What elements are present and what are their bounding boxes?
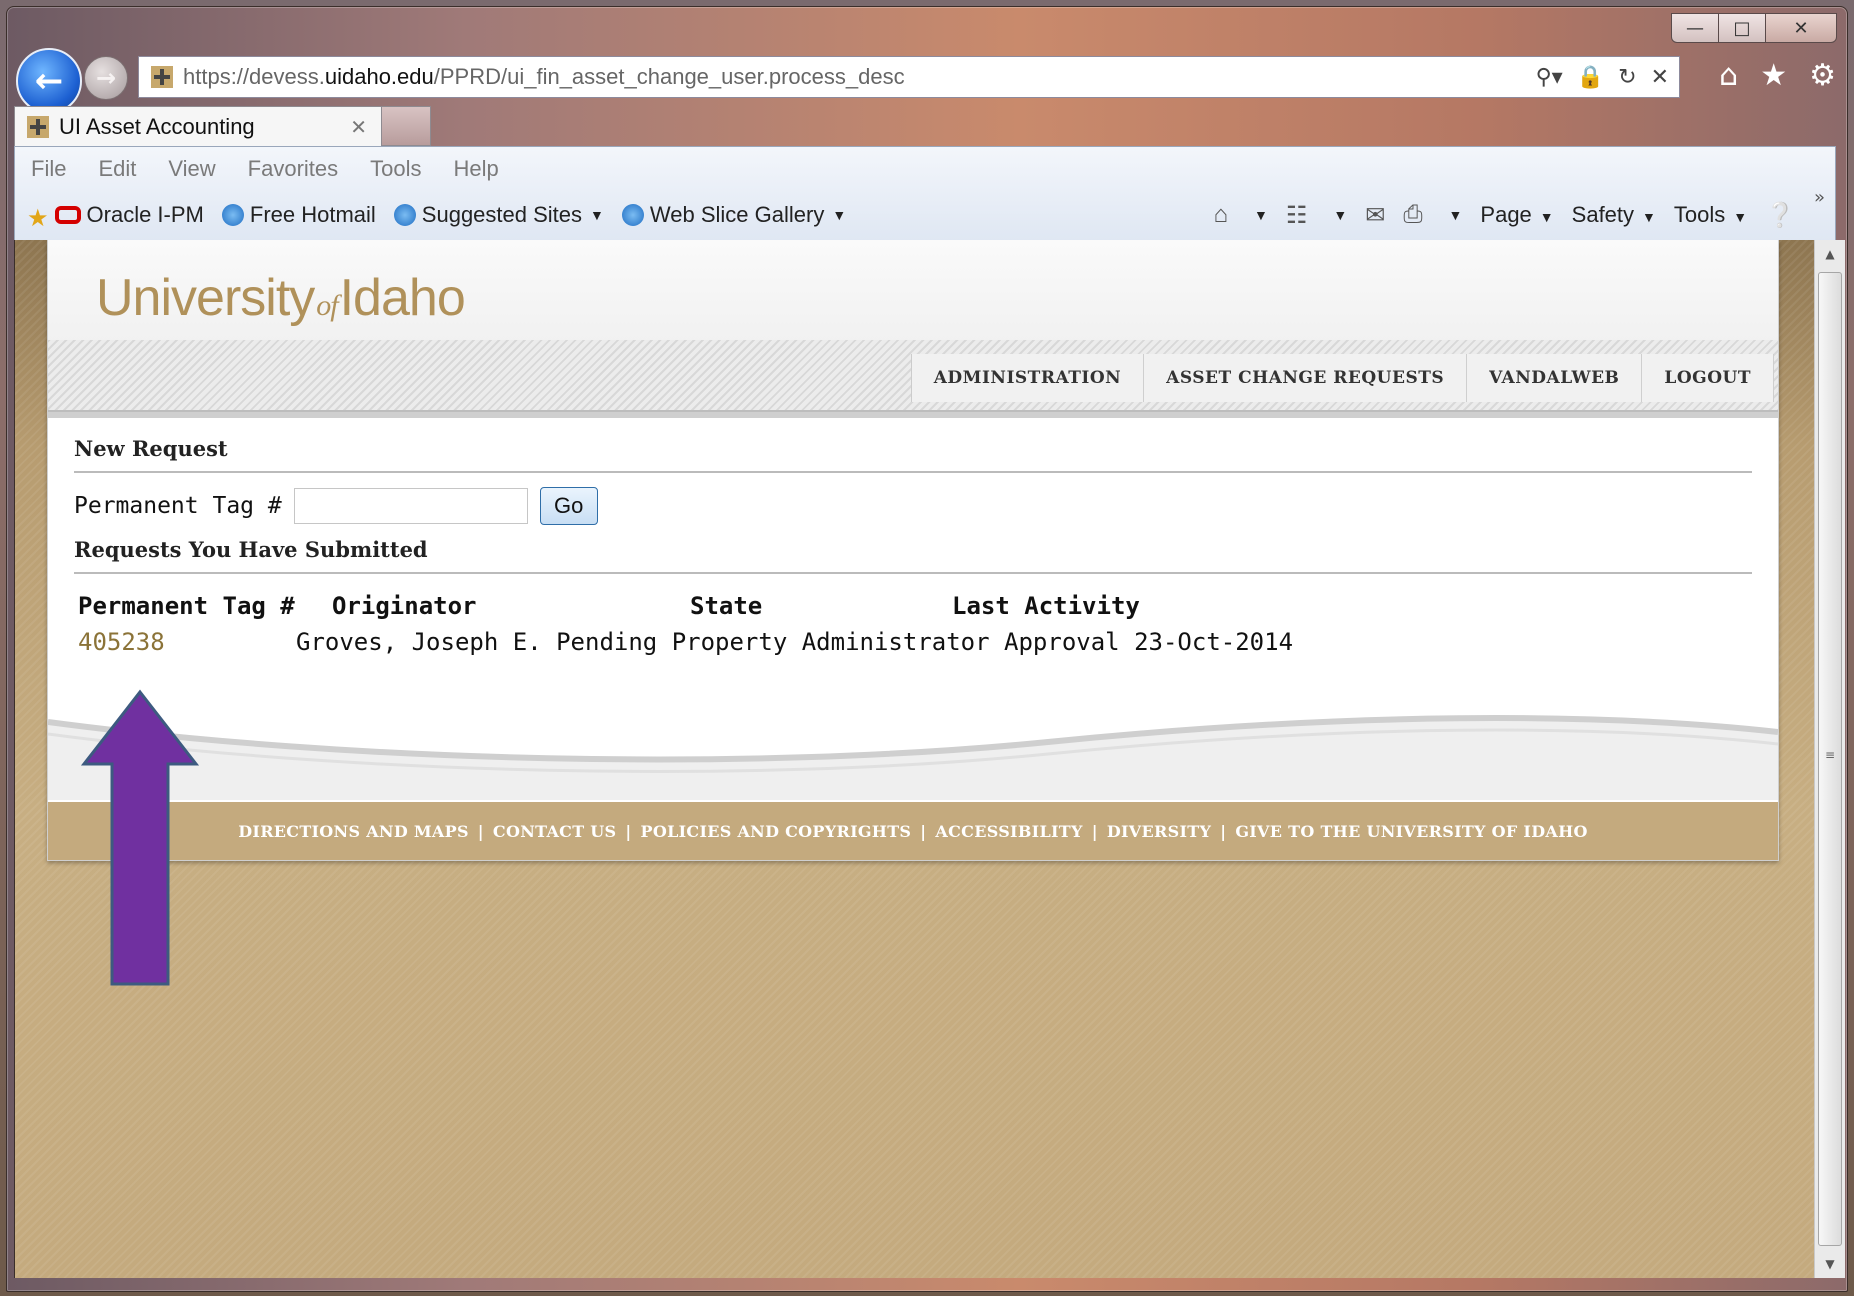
header-last-activity: Last Activity (952, 592, 1140, 620)
top-nav: ADMINISTRATION ASSET CHANGE REQUESTS VAN… (910, 354, 1774, 402)
main-content: New Request Permanent Tag # Go Requests … (48, 418, 1778, 656)
university-logo[interactable]: UniversityofIdaho (96, 268, 466, 328)
chevron-down-icon: ▼ (590, 207, 604, 223)
page-viewport: UniversityofIdaho ADMINISTRATION ASSET C… (14, 240, 1815, 1278)
forward-button[interactable]: → (84, 56, 128, 100)
stop-icon[interactable]: ✕ (1651, 65, 1669, 90)
footer-directions[interactable]: DIRECTIONS AND MAPS (238, 822, 469, 841)
footer-diversity[interactable]: DIVERSITY (1107, 822, 1211, 841)
menu-view[interactable]: View (168, 156, 215, 182)
scroll-thumb[interactable]: ≡ (1818, 272, 1842, 1246)
help-icon[interactable]: ❔ (1765, 201, 1795, 230)
safety-menu[interactable]: Safety ▼ (1572, 202, 1656, 228)
browser-tab[interactable]: UI Asset Accounting ✕ (14, 106, 382, 147)
minimize-button[interactable]: — (1671, 13, 1719, 43)
chevron-down-icon[interactable]: ▼ (1333, 207, 1347, 223)
browser-toolbars: File Edit View Favorites Tools Help ★ Or… (14, 146, 1836, 242)
footer-give[interactable]: GIVE TO THE UNIVERSITY OF IDAHO (1235, 822, 1587, 841)
maximize-button[interactable]: □ (1718, 13, 1766, 43)
favorites-add-icon[interactable]: ★ (27, 204, 49, 232)
ie-page-icon (221, 204, 244, 226)
tab-favicon-icon (27, 116, 49, 138)
tag-entry-row: Permanent Tag # Go (74, 487, 1752, 525)
forward-arrow-icon: → (95, 64, 117, 92)
toolbar-overflow-icon[interactable]: » (1814, 187, 1825, 208)
header-originator: Originator (332, 592, 477, 620)
home-icon[interactable]: ⌂ (1719, 58, 1738, 93)
footer-contact[interactable]: CONTACT US (493, 822, 616, 841)
header-state: State (690, 592, 763, 620)
scroll-up-icon[interactable]: ▲ (1815, 240, 1845, 268)
scroll-down-icon[interactable]: ▼ (1815, 1250, 1845, 1278)
row-state: Pending Property Administrator Approval (556, 628, 1120, 656)
header-divider (48, 410, 1778, 418)
decorative-wave (48, 715, 1778, 800)
row-originator: Groves, Joseph E. (296, 628, 542, 656)
command-bar: ⌂ ▼ ☷ ▼ ✉ ⎙ ▼ Page ▼ Safety ▼ Tools ▼ ❔ (1214, 201, 1836, 230)
fav-free-hotmail[interactable]: Free Hotmail (221, 202, 376, 228)
print-icon[interactable]: ⎙ (1403, 201, 1422, 229)
requests-title: Requests You Have Submitted (74, 537, 1752, 574)
footer-accessibility[interactable]: ACCESSIBILITY (935, 822, 1082, 841)
nav-logout[interactable]: LOGOUT (1642, 354, 1774, 402)
browser-right-icons: ⌂ ★ ⚙ (1719, 58, 1836, 93)
fav-oracle-ipm[interactable]: Oracle I-PM (54, 202, 204, 228)
header-tag: Permanent Tag # (78, 592, 295, 620)
home-icon[interactable]: ⌂ (1214, 201, 1229, 229)
site-footer: DIRECTIONS AND MAPS | CONTACT US | POLICIE… (48, 802, 1778, 860)
feeds-icon[interactable]: ☷ (1286, 201, 1308, 230)
permanent-tag-input[interactable] (293, 488, 528, 524)
fav-suggested-sites[interactable]: Suggested Sites ▼ (393, 202, 604, 228)
address-tools: ⚲▾ 🔒 ↻ ✕ (1536, 65, 1669, 90)
table-header: Permanent Tag # Originator State Last Ac… (74, 592, 1752, 620)
chevron-down-icon: ▼ (832, 207, 847, 223)
back-button[interactable]: ← (16, 48, 82, 114)
menu-favorites[interactable]: Favorites (248, 156, 338, 182)
footer-policies[interactable]: POLICIES AND COPYRIGHTS (641, 822, 912, 841)
site-favicon-icon (151, 66, 173, 88)
annotation-arrow-icon (80, 689, 200, 986)
favorites-star-icon[interactable]: ★ (1760, 58, 1787, 93)
row-last-activity: 23-Oct-2014 (1134, 628, 1294, 656)
gear-icon[interactable]: ⚙ (1809, 58, 1836, 93)
favorites-bar: ★ Oracle I-PM Free Hotmail Suggested Sit… (15, 191, 1835, 239)
tag-label: Permanent Tag # (74, 493, 282, 519)
page-menu[interactable]: Page ▼ (1480, 202, 1553, 228)
tab-title: UI Asset Accounting (59, 114, 255, 139)
menu-edit[interactable]: Edit (98, 156, 136, 182)
chevron-down-icon[interactable]: ▼ (1449, 207, 1463, 223)
go-button[interactable]: Go (539, 487, 598, 525)
page-card: UniversityofIdaho ADMINISTRATION ASSET C… (47, 240, 1779, 861)
address-bar[interactable]: https://devess.uidaho.edu/PPRD/ui_fin_as… (138, 56, 1680, 98)
window-caption-buttons: — □ ✕ (1671, 13, 1837, 43)
lock-icon[interactable]: 🔒 (1577, 65, 1604, 90)
menu-tools[interactable]: Tools (370, 156, 421, 182)
mail-icon[interactable]: ✉ (1365, 201, 1385, 230)
requests-table: Permanent Tag # Originator State Last Ac… (74, 592, 1752, 656)
fav-web-slice-gallery[interactable]: Web Slice Gallery ▼ (621, 202, 847, 228)
address-url[interactable]: https://devess.uidaho.edu/PPRD/ui_fin_as… (183, 64, 905, 90)
ie-icon (393, 204, 416, 226)
table-row: 405238 Groves, Joseph E. Pending Propert… (74, 628, 1752, 656)
chevron-down-icon[interactable]: ▼ (1254, 207, 1268, 223)
nav-vandalweb[interactable]: VANDALWEB (1467, 354, 1643, 402)
search-icon[interactable]: ⚲▾ (1536, 65, 1563, 90)
oracle-icon (54, 206, 81, 224)
menu-help[interactable]: Help (454, 156, 499, 182)
tools-menu[interactable]: Tools ▼ (1674, 202, 1747, 228)
tab-close-icon[interactable]: ✕ (350, 115, 367, 139)
request-tag-link[interactable]: 405238 (78, 628, 296, 656)
nav-asset-change-requests[interactable]: ASSET CHANGE REQUESTS (1144, 354, 1468, 402)
vertical-scrollbar[interactable]: ▲ ≡ ▼ (1814, 240, 1845, 1278)
back-arrow-icon: ← (34, 61, 64, 101)
site-header: UniversityofIdaho ADMINISTRATION ASSET C… (48, 240, 1778, 410)
nav-administration[interactable]: ADMINISTRATION (912, 354, 1145, 402)
new-tab-button[interactable] (381, 106, 431, 146)
menu-bar: File Edit View Favorites Tools Help (15, 147, 1835, 191)
new-request-title: New Request (74, 436, 1752, 473)
refresh-icon[interactable]: ↻ (1618, 65, 1636, 90)
close-window-button[interactable]: ✕ (1765, 13, 1837, 43)
ie-page-icon (621, 204, 644, 226)
menu-file[interactable]: File (31, 156, 66, 182)
